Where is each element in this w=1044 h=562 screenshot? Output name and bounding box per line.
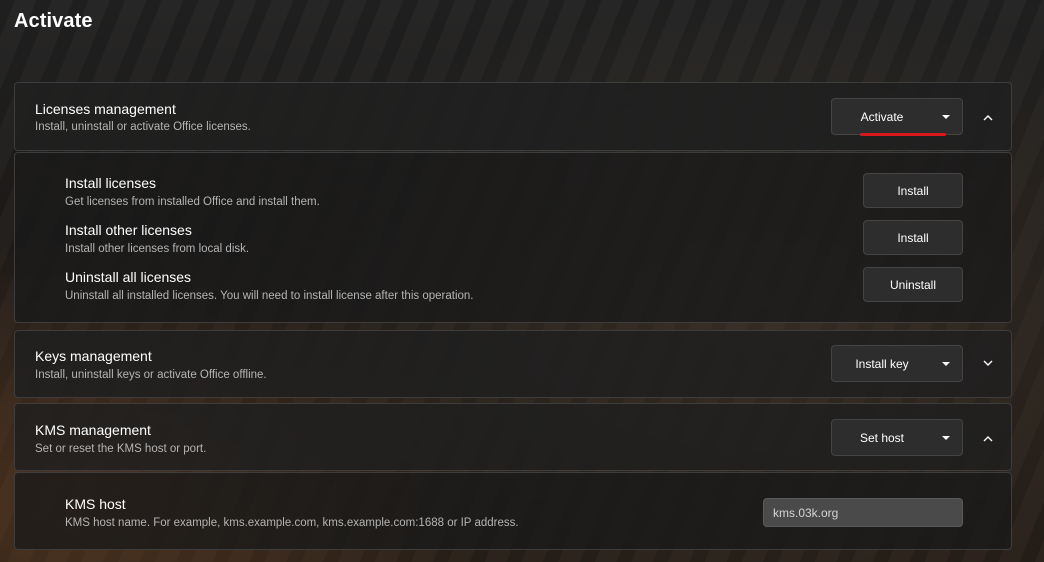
caret-down-icon[interactable] (942, 435, 950, 440)
install-licenses-title: Install licenses (65, 175, 157, 191)
kms-host-input[interactable] (763, 498, 963, 527)
chevron-down-icon[interactable] (978, 353, 998, 373)
kms-host-description: KMS host name. For example, kms.example.… (65, 517, 519, 529)
uninstall-all-licenses-description: Uninstall all installed licenses. You wi… (65, 290, 474, 302)
uninstall-all-licenses-title: Uninstall all licenses (65, 269, 192, 285)
set-host-split-button[interactable]: Set host (831, 419, 963, 456)
keys-management-title: Keys management (35, 348, 152, 364)
keys-management-description: Install, uninstall keys or activate Offi… (35, 369, 267, 381)
caret-down-icon[interactable] (942, 361, 950, 366)
page-title: Activate (14, 10, 93, 32)
activate-button-label: Activate (860, 109, 904, 124)
licenses-management-body: Install licenses Get licenses from insta… (14, 152, 1012, 323)
chevron-up-icon[interactable] (978, 107, 998, 127)
install-licenses-button[interactable]: Install (863, 173, 963, 208)
kms-host-title: KMS host (65, 496, 126, 512)
caret-down-icon[interactable] (942, 114, 950, 119)
activate-split-button[interactable]: Activate (831, 98, 963, 136)
licenses-management-title: Licenses management (35, 101, 176, 117)
install-other-licenses-button[interactable]: Install (863, 220, 963, 255)
kms-management-title: KMS management (35, 422, 151, 438)
install-other-licenses-description: Install other licenses from local disk. (65, 243, 250, 255)
install-licenses-description: Get licenses from installed Office and i… (65, 196, 320, 208)
install-key-button-label: Install key (855, 356, 909, 371)
install-other-licenses-title: Install other licenses (65, 222, 192, 238)
active-accent-indicator (860, 133, 946, 136)
kms-management-description: Set or reset the KMS host or port. (35, 443, 207, 455)
kms-management-body: KMS host KMS host name. For example, kms… (14, 472, 1012, 550)
kms-management-header[interactable]: KMS management Set or reset the KMS host… (14, 403, 1012, 471)
licenses-management-description: Install, uninstall or activate Office li… (35, 121, 251, 133)
set-host-button-label: Set host (859, 430, 905, 445)
licenses-management-header[interactable]: Licenses management Install, uninstall o… (14, 82, 1012, 151)
keys-management-header[interactable]: Keys management Install, uninstall keys … (14, 330, 1012, 398)
chevron-up-icon[interactable] (978, 428, 998, 448)
uninstall-all-licenses-button[interactable]: Uninstall (863, 267, 963, 302)
install-key-split-button[interactable]: Install key (831, 345, 963, 382)
